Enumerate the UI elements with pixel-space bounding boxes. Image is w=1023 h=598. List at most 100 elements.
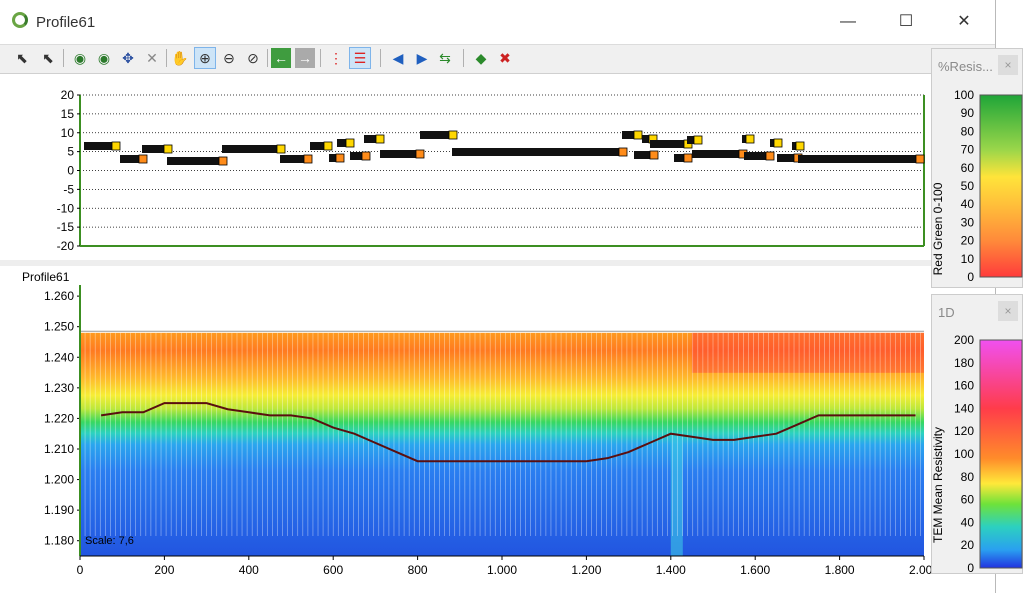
select-arrow-icon[interactable]: ⬉ [12, 48, 32, 68]
x-tick-label: 2.000 [909, 563, 932, 577]
close-button[interactable]: ✕ [944, 8, 984, 36]
y-tick-label: 1.200 [44, 473, 74, 487]
top-chart: 20 15 10 5 0 -5 -10 -15 -20 [57, 88, 925, 253]
layer-green-icon[interactable]: ◆ [471, 48, 491, 68]
window-title: Profile61 [36, 14, 96, 31]
marker-end [218, 156, 228, 166]
cursor-pick-icon[interactable]: ✥ [118, 48, 138, 68]
legend-tick-label: 30 [961, 215, 975, 229]
profile-label: Profile61 [22, 270, 70, 284]
marker-end [795, 141, 805, 151]
y-tick-label: -15 [57, 220, 75, 234]
legend-tick-label: 20 [961, 538, 975, 552]
high-resistivity-zone [691, 332, 924, 373]
y-tick-label: 20 [61, 88, 75, 102]
zoom-extent-icon[interactable]: ⊘ [243, 48, 263, 68]
y-tick-label: 1.180 [44, 534, 74, 548]
legend-tick-label: 90 [961, 106, 975, 120]
x-tick-label: 600 [323, 563, 343, 577]
zoom-out-icon[interactable]: ⊖ [219, 48, 239, 68]
toolbar: ⬉ ⬉ ◉ ◉ ✥ ✕ ✋ ⊕ ⊖ ⊘ ← → ⋮ ☰ ◀ ▶ ⇆ ◆ ✖ [0, 44, 995, 74]
maximize-button[interactable]: ☐ [886, 8, 926, 36]
legend-tick-label: 140 [954, 401, 974, 415]
y-tick-label: 1.250 [44, 320, 74, 334]
x-tick-label: 1.400 [656, 563, 686, 577]
marker-end [448, 130, 458, 140]
marker-end [345, 138, 355, 148]
y-tick-label: 1.190 [44, 503, 74, 517]
y-tick-label: 15 [61, 107, 75, 121]
title-bar: Profile61 — ☐ ✕ [0, 0, 995, 44]
forward-arrow-icon[interactable]: → [295, 48, 315, 68]
y-tick-label: -10 [57, 201, 75, 215]
y-tick-label: 0 [67, 164, 74, 178]
legend-tick-label: 60 [961, 161, 975, 175]
x-tick-label: 1.000 [487, 563, 517, 577]
top-chart-pane: 20 15 10 5 0 -5 -10 -15 -20 [2, 74, 932, 261]
x-tick-label: 1.200 [571, 563, 601, 577]
refresh-green-icon[interactable]: ⇆ [435, 48, 455, 68]
scale-label: Scale: 7,6 [85, 535, 134, 547]
legend-tick-label: 40 [961, 515, 975, 529]
marker-end [415, 149, 425, 159]
bottom-chart: Profile61 1.260 1.250 1.240 1.230 1.220 1.210… [22, 270, 939, 577]
profile-window: Profile61 — ☐ ✕ ⬉ ⬉ ◉ ◉ ✥ ✕ ✋ ⊕ ⊖ ⊘ ← → … [0, 0, 996, 593]
previous-blue-icon[interactable]: ◀ [388, 48, 408, 68]
globe-nav-icon[interactable]: ◉ [70, 48, 90, 68]
legend-tick-label: 200 [954, 333, 974, 347]
y-tick-label: 1.210 [44, 442, 74, 456]
zoom-in-icon[interactable]: ⊕ [194, 47, 216, 69]
marker-end [693, 135, 703, 145]
legend-tick-label: 120 [954, 424, 974, 438]
vertical-lines-icon[interactable]: ⋮ [326, 48, 346, 68]
bottom-chart-pane: Profile61 1.260 1.250 1.240 1.230 1.220 1.210… [2, 266, 939, 593]
back-arrow-icon[interactable]: ← [271, 48, 291, 68]
x-tick-label: 0 [77, 563, 84, 577]
marker-end [335, 153, 345, 163]
layer-remove-icon[interactable]: ✖ [495, 48, 515, 68]
y-tick-label: -5 [63, 182, 74, 196]
legend-tick-label: 100 [954, 447, 974, 461]
marker-end [773, 138, 783, 148]
marker-block [798, 155, 924, 163]
app-logo-icon [12, 12, 28, 28]
legend-tick-label: 80 [961, 470, 975, 484]
minimize-button[interactable]: — [828, 8, 868, 36]
legend-tick-label: 80 [961, 124, 975, 138]
marker-end [745, 134, 755, 144]
marker-end [915, 154, 925, 164]
pan-hand-icon[interactable]: ✋ [170, 48, 190, 68]
y-tick-label: -20 [57, 239, 75, 253]
legend-panel-1d: 1D × TEM Mean Resistivity 200 180 160 140 12… [931, 294, 1023, 575]
marker-block [222, 145, 285, 153]
marker-block [452, 148, 627, 156]
marker-end [618, 147, 628, 157]
y-tick-label: 10 [61, 126, 75, 140]
colorbar-tem-resistivity [979, 339, 1023, 569]
x-tick-label: 800 [408, 563, 428, 577]
legend-tick-label: 160 [954, 379, 974, 393]
delete-x-icon[interactable]: ✕ [142, 48, 162, 68]
y-tick-label: 1.220 [44, 411, 74, 425]
marker-end [323, 141, 333, 151]
legend-panel-resistivity-percent: %Resis... × Red Green 0-100 100 90 80 70 60 5… [931, 48, 1023, 288]
horizontal-lines-icon[interactable]: ☰ [349, 47, 371, 69]
legend-axis-label: TEM Mean Resistivity [932, 427, 945, 543]
next-blue-icon[interactable]: ▶ [412, 48, 432, 68]
select-arrow-plus-icon[interactable]: ⬉ [38, 48, 58, 68]
marker-end [375, 134, 385, 144]
colorbar-red-green [979, 94, 1023, 278]
marker-end [683, 153, 693, 163]
x-tick-label: 1.800 [825, 563, 855, 577]
legend-tick-label: 100 [954, 88, 974, 102]
marker-end [276, 144, 286, 154]
x-tick-label: 1.600 [740, 563, 770, 577]
marker-end [649, 150, 659, 160]
y-tick-label: 1.240 [44, 350, 74, 364]
legend-tick-label: 20 [961, 234, 975, 248]
globe-nav2-icon[interactable]: ◉ [94, 48, 114, 68]
marker-end [303, 154, 313, 164]
marker-end [633, 130, 643, 140]
y-tick-label: 5 [67, 145, 74, 159]
marker-end [163, 144, 173, 154]
